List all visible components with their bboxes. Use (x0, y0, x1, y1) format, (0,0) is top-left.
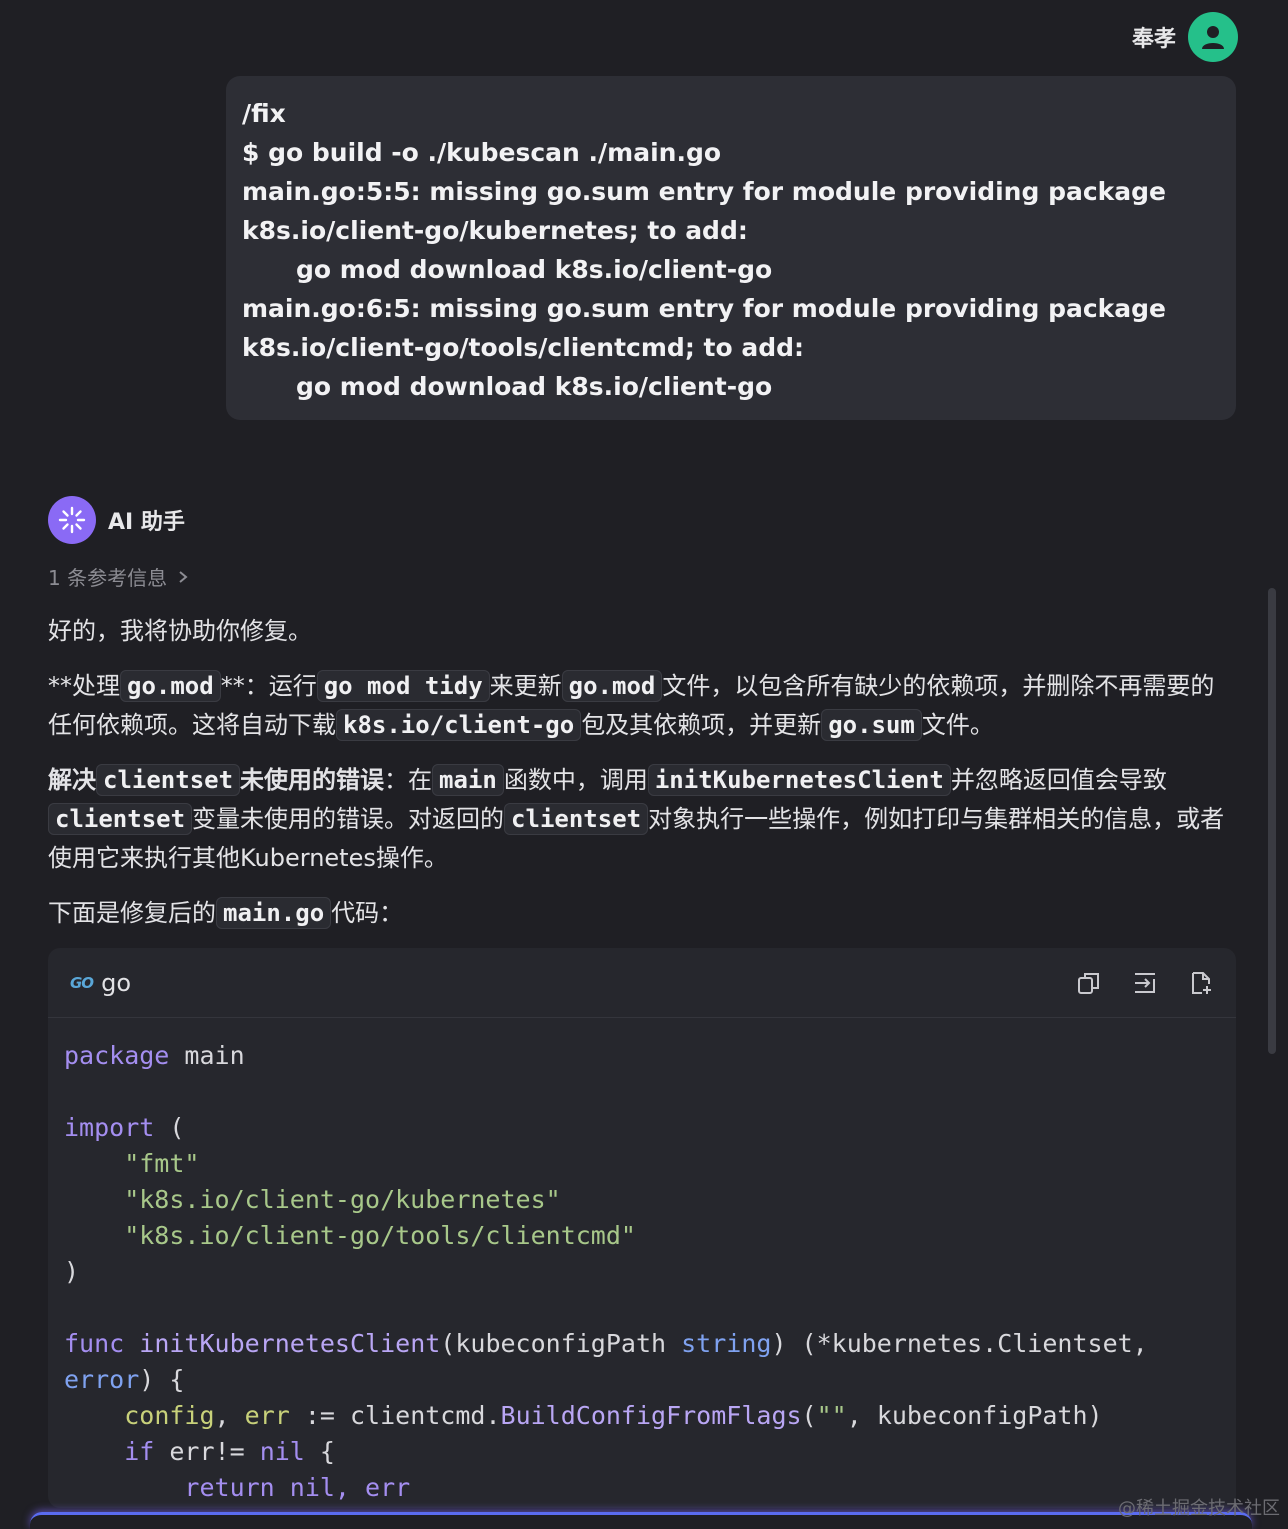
message-line: k8s.io/client-go/tools/clientcmd; to add… (242, 333, 805, 362)
assistant-intro: 好的，我将协助你修复。 (48, 617, 312, 645)
paragraph-go-mod: **处理 go.mod **：运行 go mod tidy 来更新 go.mod 文件，以包… (48, 667, 1238, 745)
token: err (244, 1401, 290, 1430)
token: := clientcmd. (289, 1401, 501, 1430)
new-file-icon[interactable] (1188, 970, 1214, 996)
language-label: go (101, 968, 131, 997)
user-avatar[interactable] (1188, 12, 1238, 62)
message-line: go mod download k8s.io/client-go (296, 255, 773, 284)
code-line: config, err := clientcmd.BuildConfigFrom… (64, 1398, 1220, 1434)
code-line: return nil, err (64, 1473, 411, 1502)
references-label: 1 条参考信息 (48, 566, 168, 590)
token: BuildConfigFromFlags (500, 1401, 802, 1430)
chevron-right-icon (179, 570, 188, 583)
token: "" (816, 1401, 847, 1430)
code-line: if err!= nil { (64, 1434, 1220, 1470)
token: main (169, 1041, 245, 1070)
token: ( (801, 1401, 817, 1430)
code-line: ) (64, 1257, 80, 1286)
token: nil (259, 1437, 305, 1466)
message-line: main.go:5:5: missing go.sum entry for mo… (242, 177, 1167, 206)
user-header: 奉孝 (1132, 12, 1238, 62)
code-toolbar (1076, 970, 1214, 996)
text: 未使用的错误 (240, 766, 385, 794)
text: 文件。 (921, 711, 994, 739)
text: 变量未使用的错误。对返回的 (192, 805, 505, 833)
code-line: import ( (64, 1110, 1220, 1146)
user-icon (1202, 26, 1224, 49)
token: string (681, 1329, 772, 1358)
assistant-header: AI 助手 (48, 496, 185, 544)
text: 来更新 (489, 672, 562, 700)
code-block: GO go package main​import ( "f (48, 948, 1236, 1508)
references-toggle[interactable]: 1 条参考信息 (48, 562, 189, 591)
inline-code: go.mod (561, 670, 663, 702)
text: 并忽略返回值会导致 (950, 766, 1167, 794)
inline-code: go.mod (120, 670, 221, 702)
code-language: GO go (70, 969, 131, 997)
inline-code: clientset (48, 803, 193, 835)
inline-code: clientset (96, 764, 241, 796)
token: ) { (139, 1365, 185, 1394)
message-line: /fix (242, 99, 286, 128)
assistant-avatar (48, 496, 96, 544)
token: , (214, 1401, 245, 1430)
token: error (64, 1365, 140, 1394)
message-line: $ go build -o ./kubescan ./main.go (242, 138, 722, 167)
inline-code: main.go (216, 897, 332, 929)
token: func (64, 1329, 125, 1358)
code-block-header: GO go (48, 948, 1236, 1018)
token: if (124, 1437, 155, 1466)
assistant-name: AI 助手 (108, 510, 185, 535)
message-line: main.go:6:5: missing go.sum entry for mo… (242, 294, 1167, 323)
token: ( (154, 1113, 185, 1142)
code-line: ​ (64, 1074, 1220, 1110)
inline-code: k8s.io/client-go (336, 709, 582, 741)
token: initKubernetesClient (124, 1329, 441, 1358)
text: 下面是修复后的 (48, 899, 216, 927)
text: 函数中，调用 (503, 766, 648, 794)
text: 包及其依赖项，并更新 (581, 711, 822, 739)
text: 代码： (331, 899, 404, 927)
go-logo-icon: GO (70, 973, 94, 992)
inline-code: clientset (504, 803, 649, 835)
token: err!= (154, 1437, 260, 1466)
token: config (124, 1401, 215, 1430)
token: ) (*kubernetes.Clientset, (771, 1329, 1148, 1358)
message-line: k8s.io/client-go/kubernetes; to add: (242, 216, 748, 245)
user-message: /fix $ go build -o ./kubescan ./main.go … (226, 76, 1236, 420)
code-line: "fmt" (64, 1149, 200, 1178)
code-line: func initKubernetesClient(kubeconfigPath… (64, 1326, 1220, 1362)
user-name: 奉孝 (1131, 27, 1176, 52)
token: , kubeconfigPath) (846, 1401, 1103, 1430)
token: package (64, 1041, 170, 1070)
paragraph-code-intro: 下面是修复后的 main.go 代码： (48, 894, 1238, 933)
code-line: "k8s.io/client-go/kubernetes" (64, 1185, 561, 1214)
watermark: @稀土掘金技术社区 (1118, 1498, 1280, 1519)
paragraph-clientset: 解决 clientset 未使用的错误：在 main 函数中，调用 initKuberne… (48, 761, 1238, 878)
inline-code: main (432, 764, 504, 796)
code-line: package main (64, 1038, 1220, 1074)
token: { (304, 1437, 335, 1466)
code-line: ​ (64, 1290, 1220, 1326)
text: **处理 (48, 672, 120, 700)
message-line: go mod download k8s.io/client-go (296, 372, 773, 401)
sparkle-icon (58, 506, 86, 534)
text: ：在 (384, 766, 433, 794)
token: import (64, 1113, 155, 1142)
text: **：运行 (220, 672, 317, 700)
code-line: "k8s.io/client-go/tools/clientcmd" (64, 1221, 636, 1250)
scrollbar[interactable] (1268, 588, 1276, 1054)
code-line: error) { (64, 1362, 1220, 1398)
copy-icon[interactable] (1076, 970, 1102, 996)
code-content[interactable]: package main​import ( "fmt" "k8s.io/clie… (48, 1018, 1236, 1508)
inline-code: go mod tidy (316, 670, 490, 702)
insert-icon[interactable] (1132, 970, 1158, 996)
text: 解决 (48, 766, 96, 794)
inline-code: go.sum (821, 709, 922, 741)
token: (kubeconfigPath (440, 1329, 682, 1358)
input-box-edge[interactable] (30, 1512, 1252, 1529)
inline-code: initKubernetesClient (647, 764, 951, 796)
